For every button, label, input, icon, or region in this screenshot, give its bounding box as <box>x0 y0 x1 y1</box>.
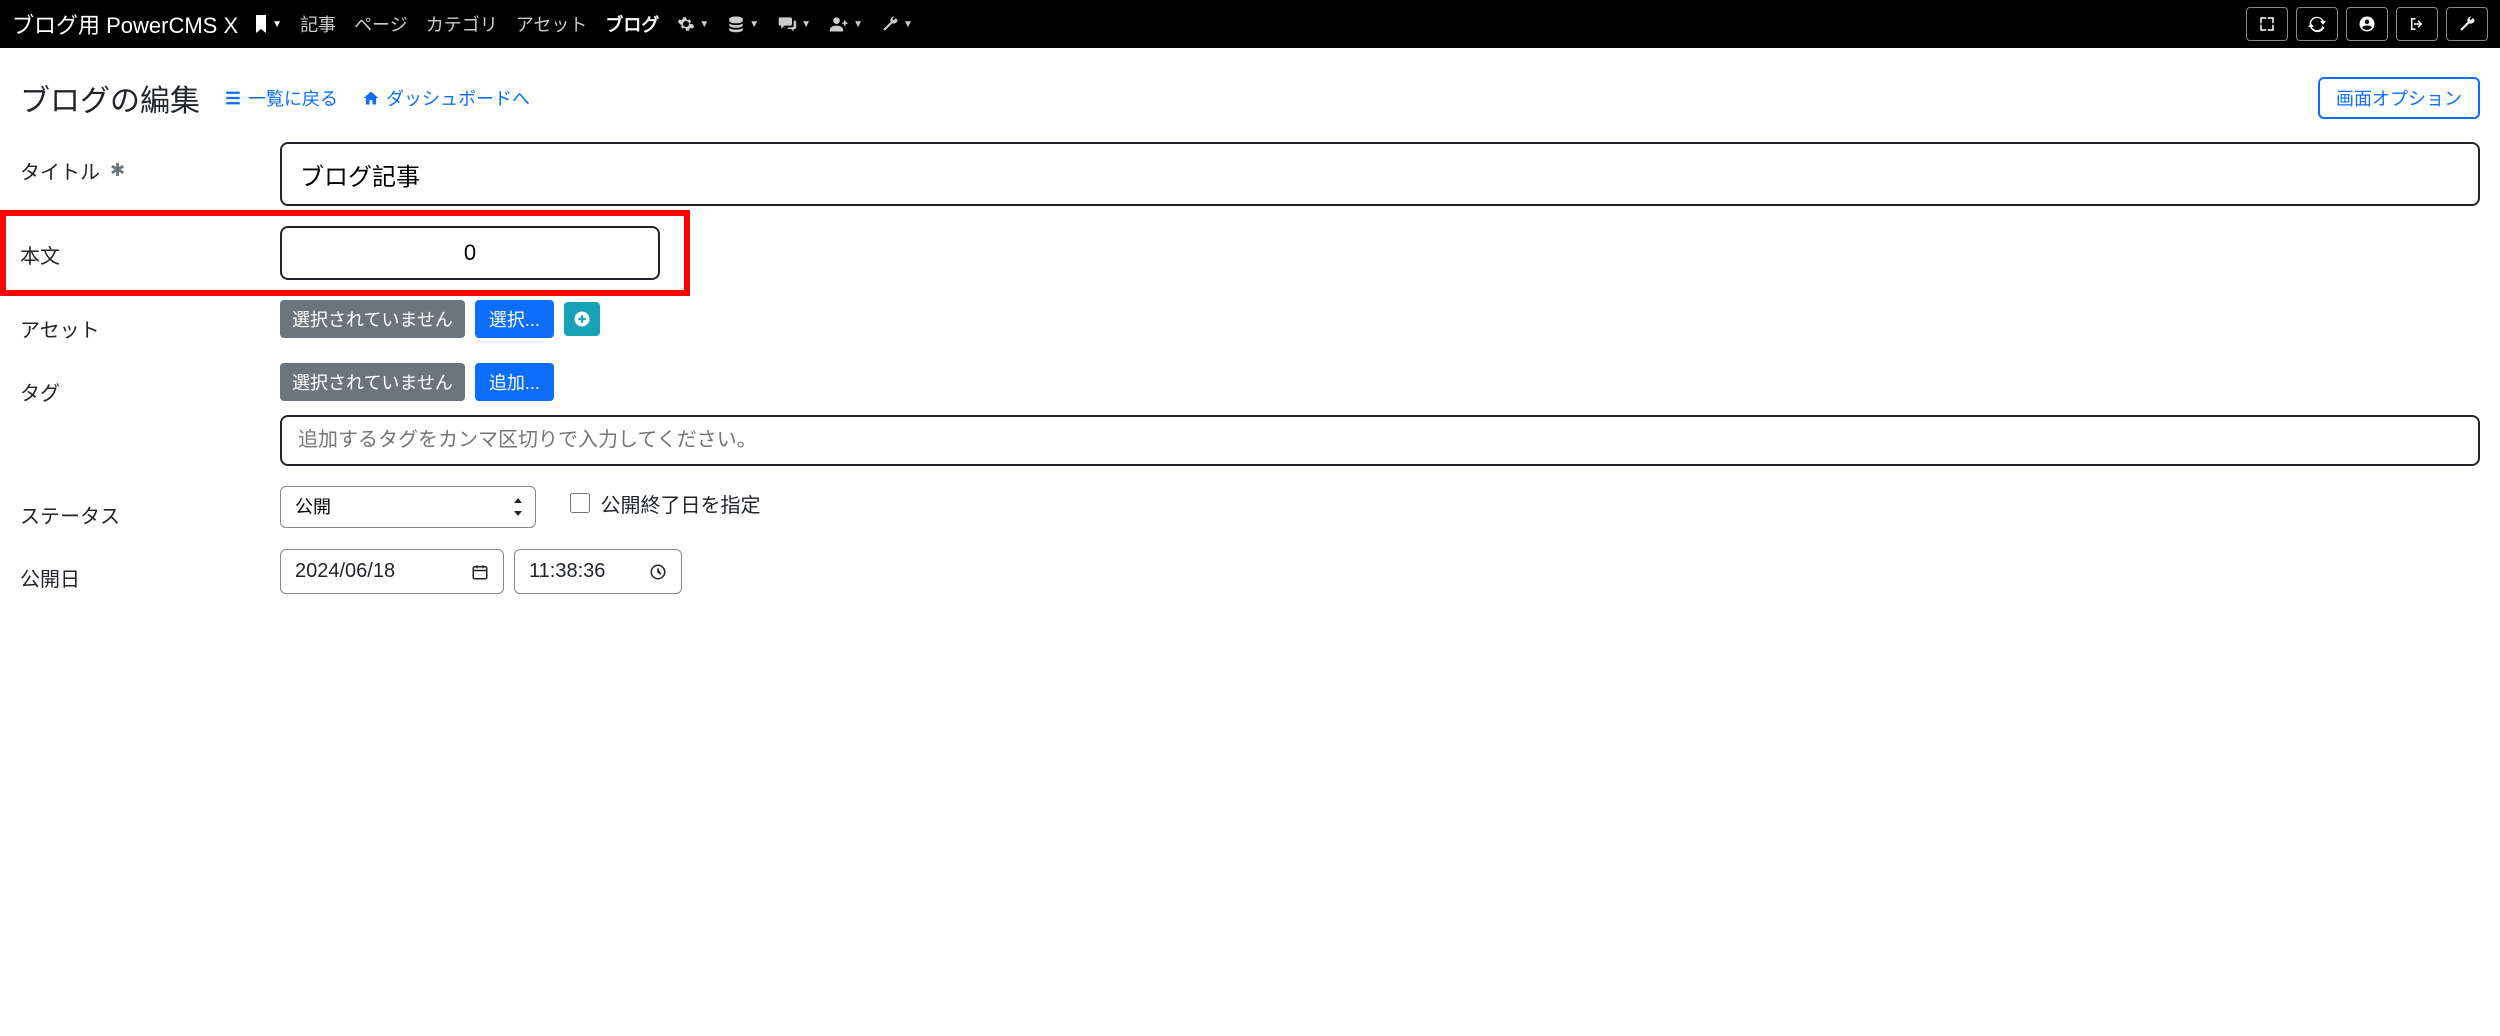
body-label: 本文 <box>20 226 280 269</box>
back-to-list-link[interactable]: 一覧に戻る <box>224 85 338 111</box>
caret-down-icon: ▼ <box>801 19 811 30</box>
wrench-button[interactable] <box>2446 7 2488 41</box>
publish-time-value: 11:38:36 <box>529 560 605 583</box>
nav-item-entries[interactable]: 記事 <box>294 7 342 41</box>
publish-date-input[interactable]: 2024/06/18 <box>280 549 504 594</box>
status-label: ステータス <box>20 486 280 529</box>
end-date-checkbox-label[interactable]: 公開終了日を指定 <box>570 489 760 518</box>
nav-item-blog[interactable]: ブログ <box>599 7 665 41</box>
plus-circle-icon <box>573 310 591 328</box>
comments-menu[interactable]: ▼ <box>771 11 817 37</box>
caret-down-icon: ▼ <box>699 19 709 30</box>
page-title: ブログの編集 <box>20 76 200 120</box>
refresh-icon <box>2308 15 2326 33</box>
caret-down-icon: ▼ <box>853 19 863 30</box>
nav-item-categories[interactable]: カテゴリ <box>420 7 504 41</box>
caret-down-icon: ▼ <box>272 19 282 30</box>
asset-none-badge: 選択されていません <box>280 300 465 338</box>
bookmark-icon <box>254 15 268 33</box>
tag-none-badge: 選択されていません <box>280 363 465 401</box>
asset-add-button[interactable] <box>564 302 600 336</box>
clock-icon <box>649 563 667 581</box>
required-mark-icon: ✱ <box>110 160 125 181</box>
caret-down-icon: ▼ <box>903 19 913 30</box>
list-icon <box>224 90 242 106</box>
tag-label: タグ <box>20 363 280 406</box>
database-icon <box>727 15 745 33</box>
row-tag: タグ 選択されていません 追加... <box>20 353 2480 476</box>
publish-date-value: 2024/06/18 <box>295 560 395 583</box>
calendar-icon <box>471 563 489 581</box>
top-nav: ブログ用 PowerCMS X ▼ 記事 ページ カテゴリ アセット ブログ ▼ <box>0 0 2500 48</box>
publish-label: 公開日 <box>20 549 280 592</box>
back-to-list-label: 一覧に戻る <box>248 85 338 111</box>
dashboard-label: ダッシュボードへ <box>386 85 530 111</box>
dashboard-link[interactable]: ダッシュボードへ <box>362 85 530 111</box>
row-body: 本文 <box>20 216 2480 290</box>
database-menu[interactable]: ▼ <box>721 11 765 37</box>
home-icon <box>362 90 380 106</box>
user-circle-icon <box>2358 15 2376 33</box>
user-add-menu[interactable]: ▼ <box>823 11 869 37</box>
open-external-button[interactable] <box>2246 7 2288 41</box>
tag-add-button[interactable]: 追加... <box>475 363 554 401</box>
asset-label: アセット <box>20 300 280 343</box>
row-publish-date: 公開日 2024/06/18 11:38:36 <box>20 539 2480 604</box>
end-date-checkbox[interactable] <box>570 493 590 513</box>
comments-icon <box>777 15 797 33</box>
row-asset: アセット 選択されていません 選択... <box>20 290 2480 353</box>
open-external-icon <box>2258 15 2276 33</box>
screen-options-button[interactable]: 画面オプション <box>2318 77 2480 119</box>
refresh-button[interactable] <box>2296 7 2338 41</box>
bookmark-menu[interactable]: ▼ <box>248 11 288 37</box>
user-plus-icon <box>829 15 849 33</box>
page-header: ブログの編集 一覧に戻る ダッシュボードへ 画面オプション <box>0 48 2500 132</box>
body-input[interactable] <box>280 226 660 280</box>
logout-button[interactable] <box>2396 7 2438 41</box>
wrench-icon <box>2458 15 2476 33</box>
title-label: タイトル ✱ <box>20 142 280 185</box>
tag-input[interactable] <box>280 415 2480 466</box>
asset-select-button[interactable]: 選択... <box>475 300 554 338</box>
end-date-checkbox-text: 公開終了日を指定 <box>600 489 760 518</box>
top-nav-right <box>2246 7 2488 41</box>
publish-time-input[interactable]: 11:38:36 <box>514 549 682 594</box>
edit-form: タイトル ✱ 本文 アセット 選択されていません 選択... <box>0 132 2500 624</box>
row-title: タイトル ✱ <box>20 132 2480 216</box>
wrench-icon <box>881 15 899 33</box>
logout-icon <box>2408 15 2426 33</box>
user-button[interactable] <box>2346 7 2388 41</box>
status-select[interactable]: 公開 <box>280 486 536 528</box>
nav-items: ▼ 記事 ページ カテゴリ アセット ブログ ▼ ▼ <box>248 7 919 41</box>
top-nav-left: ブログ用 PowerCMS X ▼ 記事 ページ カテゴリ アセット ブログ ▼ <box>12 7 919 41</box>
tools-menu[interactable]: ▼ <box>875 11 919 37</box>
title-input[interactable] <box>280 142 2480 206</box>
row-status: ステータス 公開 公開終了日を指定 <box>20 476 2480 539</box>
brand[interactable]: ブログ用 PowerCMS X <box>12 8 242 40</box>
caret-down-icon: ▼ <box>749 19 759 30</box>
nav-item-assets[interactable]: アセット <box>510 7 594 41</box>
gear-icon <box>677 15 695 33</box>
title-label-text: タイトル <box>20 156 100 185</box>
nav-item-pages[interactable]: ページ <box>348 7 414 41</box>
settings-menu[interactable]: ▼ <box>671 11 715 37</box>
